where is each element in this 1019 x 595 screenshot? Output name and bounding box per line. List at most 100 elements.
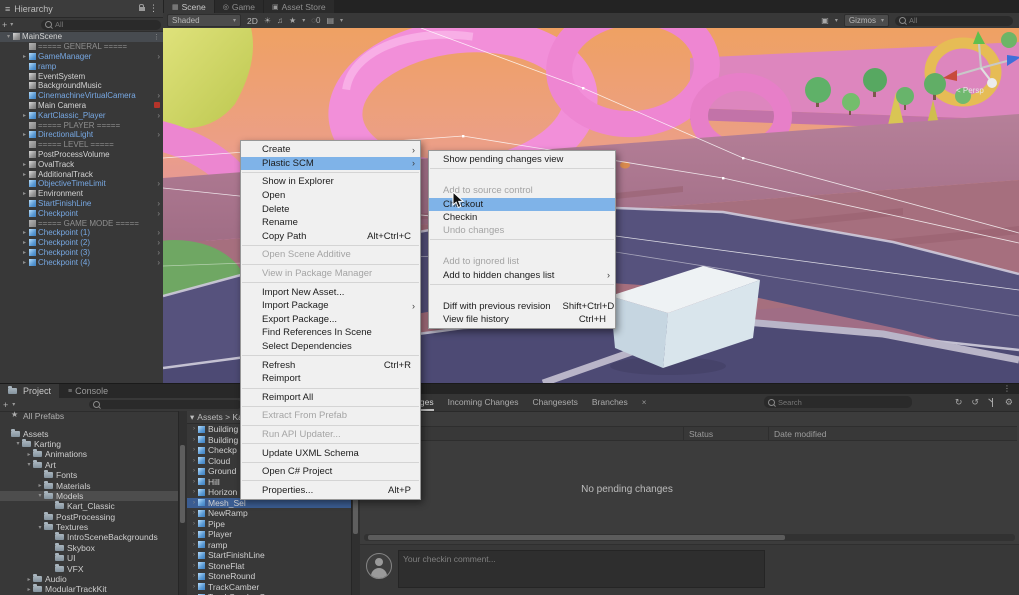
hierarchy-item[interactable]: StartFinishLine ›: [0, 199, 163, 209]
folder-row[interactable]: ▸ Animations: [0, 449, 178, 459]
collapse-icon[interactable]: ▾: [190, 412, 194, 423]
menu-item[interactable]: Copy Path Alt+Ctrl+C: [241, 230, 420, 244]
scene-search-input[interactable]: [909, 16, 1009, 25]
expander-icon[interactable]: ›: [190, 426, 198, 432]
menu-item[interactable]: Refresh Ctrl+R: [241, 358, 420, 372]
chevron-down-icon[interactable]: ▾: [835, 17, 838, 24]
hierarchy-item[interactable]: ▸ DirectionalLight ›: [0, 130, 163, 140]
undo-icon[interactable]: ↺: [971, 397, 979, 408]
folder-row[interactable]: Kart_Classic: [0, 501, 178, 511]
add-object-button[interactable]: +: [2, 20, 7, 30]
hierarchy-item[interactable]: ObjectiveTimeLimit ›: [0, 179, 163, 189]
asset-row[interactable]: › Pipe: [187, 519, 352, 530]
menu-item[interactable]: Undo changes: [429, 224, 615, 237]
expander-icon[interactable]: ▾: [4, 33, 13, 40]
hierarchy-search-input[interactable]: [55, 20, 157, 29]
perspective-label[interactable]: < Persp: [956, 86, 984, 95]
scene-search[interactable]: [895, 16, 1013, 26]
menu-item[interactable]: [242, 406, 419, 407]
gizmos-dropdown[interactable]: Gizmos ▾: [844, 14, 889, 27]
lock-icon[interactable]: [139, 7, 145, 11]
hierarchy-item[interactable]: ===== LEVEL =====: [0, 140, 163, 150]
folder-row[interactable]: UI: [0, 553, 178, 563]
menu-item[interactable]: Show pending changes view: [429, 153, 615, 166]
menu-item[interactable]: [430, 239, 614, 253]
menu-item[interactable]: View in Package Manager: [241, 267, 420, 281]
menu-item[interactable]: Properties... Alt+P: [241, 483, 420, 497]
menu-item[interactable]: Open Scene Additive: [241, 248, 420, 262]
hierarchy-item[interactable]: CinemachineVirtualCamera ›: [0, 91, 163, 101]
menu-item[interactable]: Import Package ›: [241, 299, 420, 313]
expander-icon[interactable]: ▾: [36, 492, 44, 499]
hierarchy-item[interactable]: ▸ Checkpoint (3) ›: [0, 248, 163, 258]
expander-icon[interactable]: ▸: [25, 576, 33, 583]
hierarchy-item[interactable]: Checkpoint ›: [0, 208, 163, 218]
menu-item[interactable]: [242, 245, 419, 246]
effects-toggle-icon[interactable]: ★: [289, 16, 296, 25]
menu-item[interactable]: Delete: [241, 202, 420, 216]
menu-item[interactable]: Reimport All: [241, 391, 420, 405]
tab-console[interactable]: ≡ Console: [60, 384, 116, 398]
menu-item[interactable]: Extract From Prefab: [241, 409, 420, 423]
hierarchy-item[interactable]: ▸ Checkpoint (2) ›: [0, 238, 163, 248]
kebab-icon[interactable]: ⋮: [1003, 384, 1011, 393]
menu-item[interactable]: Plastic SCM ›: [241, 157, 420, 171]
tab-changesets[interactable]: Changesets: [532, 394, 577, 411]
kebab-icon[interactable]: ⋮: [153, 33, 163, 41]
menu-item[interactable]: Show in Explorer: [241, 175, 420, 189]
tab-project[interactable]: Project: [0, 384, 59, 398]
folder-row[interactable]: ▸ Audio: [0, 574, 178, 584]
menu-item[interactable]: [242, 355, 419, 356]
checkin-comment-input[interactable]: [399, 551, 764, 587]
column-date-modified[interactable]: Date modified: [774, 429, 826, 439]
expander-icon[interactable]: ▾: [14, 440, 22, 447]
project-search-input[interactable]: [103, 400, 238, 409]
folder-row[interactable]: ▾ Art: [0, 460, 178, 470]
folder-row[interactable]: ▾ Textures: [0, 522, 178, 532]
hierarchy-item[interactable]: EventSystem: [0, 71, 163, 81]
hierarchy-item[interactable]: Main Camera: [0, 101, 163, 111]
hierarchy-item[interactable]: ▸ Checkpoint (1) ›: [0, 228, 163, 238]
expander-icon[interactable]: ▸: [20, 249, 29, 256]
folder-row[interactable]: VFX: [0, 563, 178, 573]
expander-icon[interactable]: ▸: [20, 171, 29, 178]
menu-item[interactable]: Diff with previous revision Shift+Ctrl+D: [429, 300, 615, 313]
menu-item[interactable]: Add to ignored list: [429, 255, 615, 268]
menu-item[interactable]: [242, 282, 419, 283]
menu-item[interactable]: [430, 168, 614, 182]
menu-item[interactable]: Export Package...: [241, 313, 420, 327]
hierarchy-item[interactable]: BackgroundMusic: [0, 81, 163, 91]
expander-icon[interactable]: ›: [190, 489, 198, 495]
hierarchy-item[interactable]: ▸ Environment: [0, 189, 163, 199]
menu-item[interactable]: Import New Asset...: [241, 285, 420, 299]
tab-asset-store[interactable]: ▣ Asset Store: [264, 0, 334, 13]
expander-icon[interactable]: ›: [190, 573, 198, 579]
menu-item[interactable]: [242, 443, 419, 444]
folder-row[interactable]: Fonts: [0, 470, 178, 480]
expander-icon[interactable]: ›: [190, 447, 198, 453]
grid-options-icon[interactable]: ▤: [326, 16, 334, 25]
audio-toggle-icon[interactable]: ♫: [277, 16, 283, 25]
expander-icon[interactable]: ▸: [25, 586, 33, 593]
asset-row[interactable]: › TrackCamber: [187, 582, 352, 593]
hierarchy-item[interactable]: ▾ MainScene ⋮: [0, 32, 163, 42]
menu-item[interactable]: [242, 264, 419, 265]
chevron-down-icon[interactable]: ▾: [10, 21, 13, 28]
hierarchy-item[interactable]: ▸ AdditionalTrack: [0, 169, 163, 179]
menu-item[interactable]: Checkin: [429, 211, 615, 224]
refresh-icon[interactable]: ↻: [955, 397, 963, 408]
asset-row[interactable]: › Player: [187, 529, 352, 540]
menu-item[interactable]: [242, 388, 419, 389]
menu-item[interactable]: [242, 462, 419, 463]
menu-item[interactable]: [242, 172, 419, 173]
asset-row[interactable]: › StartFinishLine: [187, 550, 352, 561]
folder-row[interactable]: ▾ Karting: [0, 439, 178, 449]
menu-item[interactable]: Select Dependencies: [241, 340, 420, 354]
expander-icon[interactable]: ›: [190, 521, 198, 527]
menu-item[interactable]: Find References In Scene: [241, 326, 420, 340]
project-tree-scrollbar[interactable]: [178, 411, 187, 595]
hierarchy-item[interactable]: ramp: [0, 61, 163, 71]
expander-icon[interactable]: ›: [190, 510, 198, 516]
expander-icon[interactable]: ▸: [20, 112, 29, 119]
menu-item[interactable]: Reimport: [241, 372, 420, 386]
